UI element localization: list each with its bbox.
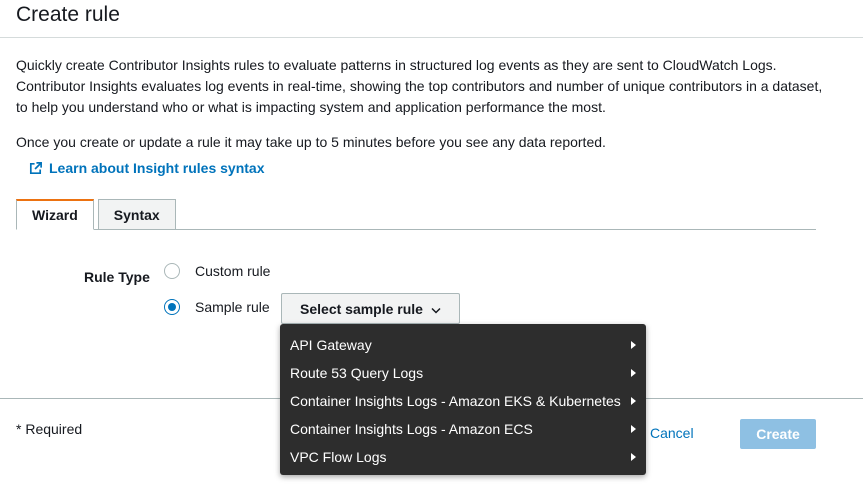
caret-right-icon xyxy=(631,453,636,461)
tab-divider xyxy=(16,229,816,230)
create-button[interactable]: Create xyxy=(740,419,816,449)
chevron-down-icon xyxy=(431,301,441,317)
menu-item-route53-query-logs[interactable]: Route 53 Query Logs xyxy=(280,359,646,387)
menu-item-label: Container Insights Logs - Amazon EKS & K… xyxy=(290,393,621,409)
custom-rule-option[interactable]: Custom rule xyxy=(164,263,270,279)
sample-rule-option[interactable]: Sample rule xyxy=(164,299,270,315)
caret-right-icon xyxy=(631,425,636,433)
sample-rule-label: Sample rule xyxy=(195,299,270,315)
caret-right-icon xyxy=(631,397,636,405)
required-note: * Required xyxy=(16,421,83,437)
caret-right-icon xyxy=(631,341,636,349)
menu-item-label: VPC Flow Logs xyxy=(290,449,387,465)
sample-rule-menu: API Gateway Route 53 Query Logs Containe… xyxy=(280,324,646,475)
sample-rule-radio[interactable] xyxy=(164,299,180,315)
tab-bar: Wizard Syntax xyxy=(16,199,176,230)
menu-item-label: Container Insights Logs - Amazon ECS xyxy=(290,421,533,437)
menu-item-vpc-flow-logs[interactable]: VPC Flow Logs xyxy=(280,443,646,471)
cancel-button[interactable]: Cancel xyxy=(650,425,694,441)
menu-item-api-gateway[interactable]: API Gateway xyxy=(280,331,646,359)
description: Quickly create Contributor Insights rule… xyxy=(16,55,836,118)
custom-rule-label: Custom rule xyxy=(195,263,271,279)
caret-right-icon xyxy=(631,369,636,377)
rule-type-label: Rule Type xyxy=(84,269,150,285)
title-divider xyxy=(0,37,863,38)
external-link-icon xyxy=(28,161,43,176)
tab-syntax[interactable]: Syntax xyxy=(97,199,176,230)
select-sample-rule-label: Select sample rule xyxy=(300,300,423,317)
tab-wizard[interactable]: Wizard xyxy=(16,199,94,230)
select-sample-rule-button[interactable]: Select sample rule xyxy=(281,293,460,324)
description-paragraph-2: Once you create or update a rule it may … xyxy=(16,134,606,150)
description-paragraph-1: Quickly create Contributor Insights rule… xyxy=(16,57,823,115)
learn-syntax-link-label: Learn about Insight rules syntax xyxy=(49,160,265,176)
menu-item-container-insights-ecs[interactable]: Container Insights Logs - Amazon ECS xyxy=(280,415,646,443)
menu-item-label: Route 53 Query Logs xyxy=(290,365,424,381)
page-title: Create rule xyxy=(16,3,120,26)
custom-rule-radio[interactable] xyxy=(164,263,180,279)
menu-item-label: API Gateway xyxy=(290,337,372,353)
menu-item-container-insights-eks[interactable]: Container Insights Logs - Amazon EKS & K… xyxy=(280,387,646,415)
learn-syntax-link[interactable]: Learn about Insight rules syntax xyxy=(28,160,265,176)
